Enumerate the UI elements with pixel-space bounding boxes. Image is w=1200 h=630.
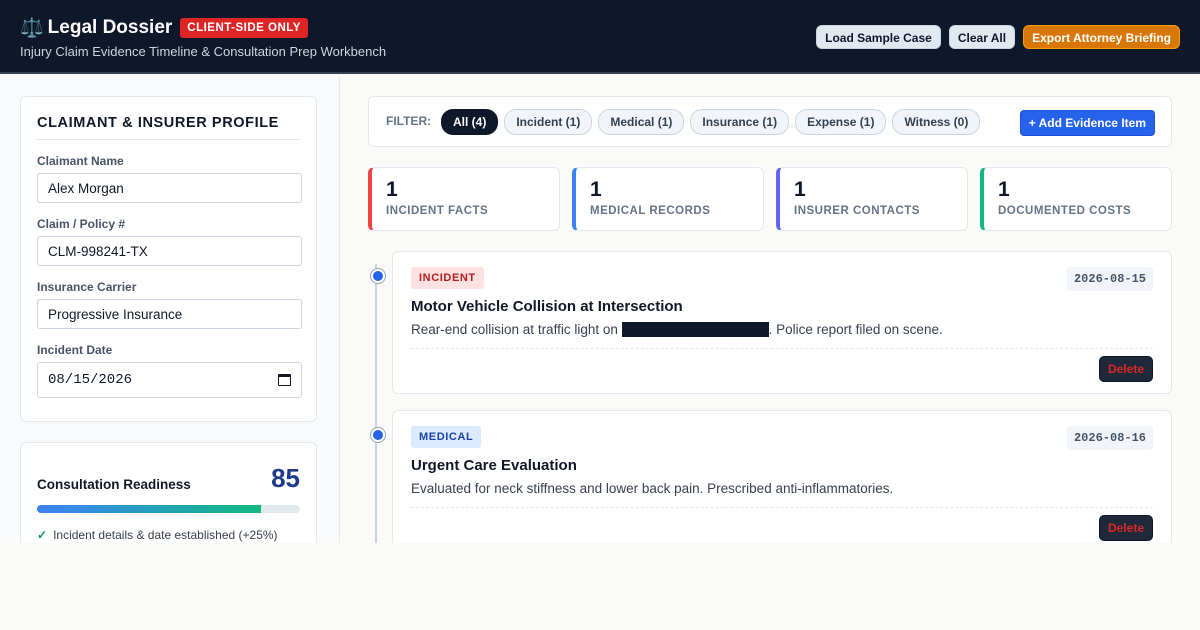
evidence-card-footer: Delete: [411, 507, 1153, 541]
evidence-title: Urgent Care Evaluation: [411, 457, 577, 474]
delete-evidence-button[interactable]: Delete: [1098, 515, 1153, 541]
sidebar: CLAIMANT & INSURER PROFILE Claimant Name…: [0, 76, 340, 543]
readiness-score: 85: [271, 463, 300, 493]
add-evidence-item-button[interactable]: + Add Evidence Item: [1019, 110, 1155, 136]
evidence-description-end: . Police report filed on scene.: [768, 322, 943, 337]
export-attorney-briefing-button[interactable]: Export Attorney Briefing: [1023, 25, 1180, 49]
insurance-carrier-label: Insurance Carrier: [37, 280, 137, 294]
app-subtitle: Injury Claim Evidence Timeline & Consult…: [20, 44, 387, 59]
readiness-progress-bar: [37, 505, 300, 513]
incident-date-value: 08/15/2026: [48, 372, 133, 388]
filter-chips: All (4) Incident (1) Medical (1) Insuran…: [441, 109, 981, 135]
filter-label: FILTER:: [386, 114, 432, 128]
claim-policy-input[interactable]: CLM-998241-TX: [37, 236, 302, 266]
incident-date-label: Incident Date: [37, 343, 113, 357]
insurance-carrier-input[interactable]: Progressive Insurance: [37, 299, 302, 329]
timeline-line: [375, 264, 377, 543]
filter-chip-insurance[interactable]: Insurance (1): [690, 109, 790, 135]
claimant-name-label: Claimant Name: [37, 154, 124, 168]
redaction-block: [621, 322, 769, 337]
header-actions: Load Sample Case Clear All Export Attorn…: [816, 25, 1180, 49]
stat-value: 1: [794, 178, 806, 201]
timeline-dot: [371, 269, 385, 283]
claim-policy-value: CLM-998241-TX: [48, 243, 148, 259]
evidence-card: INCIDENT 2026-08-15 Motor Vehicle Collis…: [392, 251, 1172, 394]
evidence-type-tag: MEDICAL: [411, 426, 482, 448]
stat-documented-costs: 1 DOCUMENTED COSTS: [980, 167, 1172, 231]
evidence-date: 2026-08-15: [1066, 267, 1153, 291]
evidence-card-footer: Delete: [411, 348, 1153, 382]
stat-label: INCIDENT FACTS: [386, 205, 489, 217]
stat-value: 1: [590, 178, 602, 201]
calendar-icon[interactable]: [278, 374, 291, 386]
evidence-description-text: Evaluated for neck stiffness and lower b…: [411, 481, 894, 496]
claim-policy-label: Claim / Policy #: [37, 217, 126, 231]
claimant-name-value: Alex Morgan: [48, 180, 124, 196]
check-icon: ✓: [37, 528, 48, 542]
stat-value: 1: [998, 178, 1010, 201]
stat-label: DOCUMENTED COSTS: [998, 205, 1132, 217]
stat-value: 1: [386, 178, 398, 201]
filter-chip-medical[interactable]: Medical (1): [598, 109, 685, 135]
filter-bar: FILTER: All (4) Incident (1) Medical (1)…: [368, 96, 1172, 147]
client-side-badge: CLIENT-SIDE ONLY: [180, 18, 308, 38]
filter-chip-all[interactable]: All (4): [441, 109, 499, 135]
app-title: Legal Dossier: [47, 17, 173, 38]
evidence-description: Rear-end collision at traffic light on .…: [411, 322, 1153, 337]
load-sample-case-button[interactable]: Load Sample Case: [816, 25, 941, 49]
stat-label: INSURER CONTACTS: [794, 205, 920, 217]
filter-chip-expense[interactable]: Expense (1): [795, 109, 887, 135]
readiness-progress-fill: [37, 505, 261, 513]
insurance-carrier-value: Progressive Insurance: [48, 306, 183, 322]
app-header: ⚖️ Legal Dossier CLIENT-SIDE ONLY Injury…: [0, 0, 1200, 74]
filter-chip-incident[interactable]: Incident (1): [504, 109, 593, 135]
evidence-type-tag: INCIDENT: [411, 267, 484, 289]
stat-incident-facts: 1 INCIDENT FACTS: [368, 167, 560, 231]
stat-medical-records: 1 MEDICAL RECORDS: [572, 167, 764, 231]
readiness-label: Consultation Readiness: [37, 477, 191, 492]
readiness-card: Consultation Readiness 85 ✓ Incident deta…: [20, 442, 317, 543]
profile-card: CLAIMANT & INSURER PROFILE Claimant Name…: [20, 96, 317, 422]
page-bottom-area: [0, 543, 1200, 630]
evidence-title: Motor Vehicle Collision at Intersection: [411, 298, 683, 315]
main-panel: FILTER: All (4) Incident (1) Medical (1)…: [340, 76, 1200, 543]
evidence-card: MEDICAL 2026-08-16 Urgent Care Evaluatio…: [392, 410, 1172, 543]
delete-evidence-button[interactable]: Delete: [1098, 356, 1153, 382]
scales-icon: ⚖️: [20, 18, 44, 39]
stats-row: 1 INCIDENT FACTS 1 MEDICAL RECORDS 1 INS…: [368, 167, 1172, 231]
evidence-description-start: Rear-end collision at traffic light on: [411, 322, 622, 337]
readiness-check-text: Incident details & date established (+25…: [53, 528, 278, 542]
incident-date-input[interactable]: 08/15/2026: [37, 362, 302, 398]
brand: ⚖️ Legal Dossier CLIENT-SIDE ONLY: [20, 16, 308, 40]
clear-all-button[interactable]: Clear All: [948, 25, 1016, 49]
profile-heading: CLAIMANT & INSURER PROFILE: [37, 115, 300, 140]
claimant-name-input[interactable]: Alex Morgan: [37, 173, 302, 203]
stat-insurer-contacts: 1 INSURER CONTACTS: [776, 167, 968, 231]
stat-label: MEDICAL RECORDS: [590, 205, 711, 217]
timeline-dot: [371, 428, 385, 442]
evidence-description: Evaluated for neck stiffness and lower b…: [411, 481, 1153, 496]
filter-chip-witness[interactable]: Witness (0): [892, 109, 981, 135]
readiness-check-item: ✓ Incident details & date established (+2…: [37, 528, 278, 542]
readiness-row: Consultation Readiness 85: [37, 463, 300, 494]
evidence-date: 2026-08-16: [1066, 426, 1153, 450]
